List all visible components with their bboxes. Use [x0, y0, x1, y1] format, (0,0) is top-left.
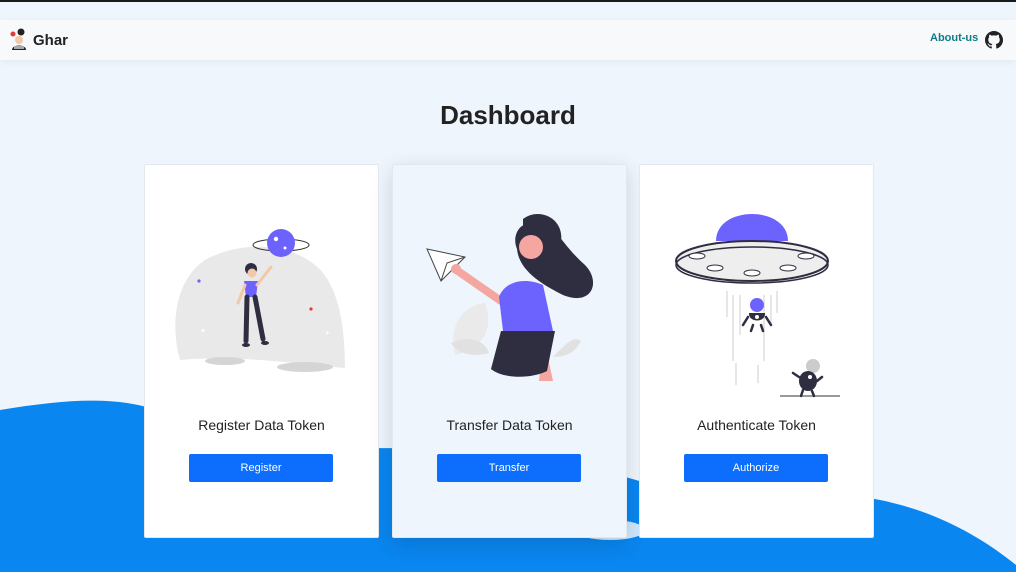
register-card: ✦ ✦ Register Data Token Register: [144, 164, 379, 538]
authenticate-card: Authenticate Token Authorize: [639, 164, 874, 538]
ufo-abduction-illustration: [675, 214, 840, 398]
svg-text:✦: ✦: [200, 327, 206, 335]
brand[interactable]: Ghar: [9, 28, 68, 52]
transfer-card: Transfer Data Token Transfer: [392, 164, 627, 538]
transfer-button[interactable]: Transfer: [437, 454, 581, 482]
ghar-logo-icon: [10, 28, 26, 50]
page-title: Dashboard: [440, 100, 576, 130]
register-card-title: Register Data Token: [198, 417, 325, 433]
navbar: Ghar About-us: [0, 20, 1016, 60]
astronaut-planet-illustration: ✦ ✦: [175, 229, 345, 372]
github-icon[interactable]: [985, 31, 1003, 49]
about-us-link[interactable]: About-us: [930, 32, 978, 44]
register-button[interactable]: Register: [189, 454, 333, 482]
authorize-button[interactable]: Authorize: [684, 454, 828, 482]
authenticate-card-title: Authenticate Token: [697, 417, 816, 433]
transfer-card-title: Transfer Data Token: [446, 417, 573, 433]
woman-paper-plane-illustration: [426, 213, 594, 381]
brand-name: Ghar: [33, 31, 69, 49]
svg-text:✦: ✦: [325, 330, 330, 337]
